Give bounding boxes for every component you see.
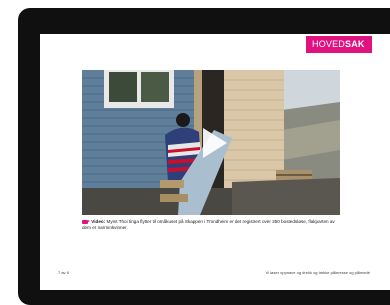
section-tag-part1: HOVED: [312, 39, 346, 49]
video-caption: Video: Myint Thoi tinga flytter til omåk…: [82, 219, 340, 231]
caption-text: Myint Thoi tinga flytter til omåkuset på…: [82, 219, 335, 231]
section-tag: HOVEDSAK: [306, 36, 372, 53]
page-indicator: 7 av 8: [58, 270, 69, 275]
play-icon[interactable]: [191, 122, 233, 164]
section-tag-part2: SAK: [345, 39, 365, 49]
video-camera-icon: [82, 219, 90, 224]
caption-label: Video:: [91, 219, 106, 224]
footer-tagline: Vi løser oppnave og drekk og trekke påle…: [265, 270, 370, 275]
